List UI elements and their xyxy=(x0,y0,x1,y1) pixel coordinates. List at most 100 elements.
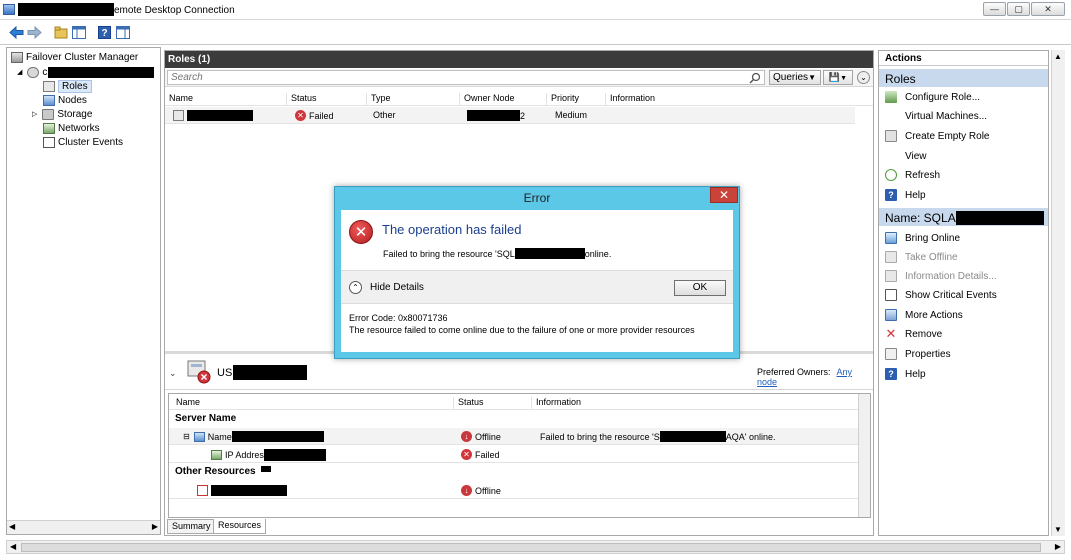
table-row[interactable]: ⊟ Name ↓ Offline Failed to bring the res… xyxy=(169,428,858,445)
nav-item-nodes[interactable]: Nodes xyxy=(43,93,87,107)
roles-icon xyxy=(43,80,55,92)
scroll-up-icon[interactable]: ▲ xyxy=(1054,52,1062,61)
virtual-machines-action[interactable]: Virtual Machines... xyxy=(885,108,987,124)
ok-button[interactable]: OK xyxy=(674,280,726,296)
column-header-name[interactable]: Name xyxy=(165,93,193,105)
help-action-resource[interactable]: ? Help xyxy=(885,366,926,382)
configure-role-action[interactable]: Configure Role... xyxy=(885,89,980,105)
column-header-information[interactable]: Information xyxy=(605,93,655,105)
tab-resources[interactable]: Resources xyxy=(213,519,267,534)
role-type-cell: Other xyxy=(373,110,396,120)
dialog-close-button[interactable]: ✕ xyxy=(710,187,738,203)
column-header-status[interactable]: Status xyxy=(286,93,317,105)
expand-arrow-icon[interactable]: ◢ xyxy=(17,68,22,76)
tab-summary[interactable]: Summary xyxy=(167,519,216,534)
scroll-right-icon[interactable]: ▶ xyxy=(1055,542,1061,551)
nav-item-storage[interactable]: ▷ Storage xyxy=(32,107,92,121)
view-action[interactable]: View xyxy=(885,148,927,164)
column-header-priority[interactable]: Priority xyxy=(546,93,579,105)
search-input[interactable] xyxy=(167,70,765,85)
folder-up-icon[interactable] xyxy=(52,24,69,41)
bring-online-icon xyxy=(885,232,897,244)
forward-arrow-icon[interactable] xyxy=(26,24,43,41)
collapse-button[interactable]: ⌄ xyxy=(857,71,870,84)
scroll-right-icon[interactable]: ▶ xyxy=(152,522,158,531)
redacted-cluster-name xyxy=(48,66,155,78)
redacted-resource-ref xyxy=(514,248,585,259)
nav-horizontal-scrollbar[interactable]: ◀ ▶ xyxy=(7,520,160,534)
column-header-information[interactable]: Information xyxy=(531,397,581,409)
resource-status-cell: ↓ Offline xyxy=(461,431,501,442)
scroll-left-icon[interactable]: ◀ xyxy=(9,522,15,531)
window-vertical-scrollbar[interactable]: ▲ ▼ xyxy=(1051,50,1065,536)
redacted-role-name xyxy=(187,110,253,121)
roles-section-header[interactable]: Roles xyxy=(879,69,1048,87)
show-hide-tree-icon[interactable] xyxy=(70,24,87,41)
scroll-left-icon[interactable]: ◀ xyxy=(10,542,16,551)
refresh-action[interactable]: Refresh xyxy=(885,167,940,183)
refresh-icon xyxy=(885,169,897,181)
spacer-icon xyxy=(885,110,897,122)
role-name-cell xyxy=(173,110,253,121)
nav-item-networks[interactable]: Networks xyxy=(43,121,100,135)
server-name-icon xyxy=(193,431,205,442)
minimize-button[interactable]: — xyxy=(983,2,1006,16)
window-horizontal-scrollbar[interactable]: ◀ ▶ xyxy=(6,540,1065,554)
detail-header: ⌄ US Preferred Owners: Any node xyxy=(165,356,873,390)
table-row[interactable]: ✕ Failed Other 2 Medium xyxy=(165,107,855,124)
cluster-events-icon xyxy=(43,136,55,148)
remove-action[interactable]: ✕ Remove xyxy=(885,326,943,342)
resource-information-cell: Failed to bring the resource 'S AQA' onl… xyxy=(540,431,776,442)
information-details-action[interactable]: Information Details... xyxy=(885,268,997,284)
offline-status-icon: ↓ xyxy=(461,485,472,496)
expand-triangle-icon[interactable]: ▷ xyxy=(32,110,37,118)
save-query-button[interactable]: 💾▼ xyxy=(823,70,853,85)
resource-name-cell: IP Addres xyxy=(211,449,326,461)
role-priority-cell: Medium xyxy=(555,110,588,120)
properties-action[interactable]: Properties xyxy=(885,346,951,362)
nav-item-cluster-events[interactable]: Cluster Events xyxy=(43,135,123,149)
column-header-owner-node[interactable]: Owner Node xyxy=(459,93,515,105)
collapse-icon[interactable]: ⊟ xyxy=(183,432,190,441)
table-row[interactable]: ↓ Offline xyxy=(169,482,858,499)
show-critical-events-action[interactable]: Show Critical Events xyxy=(885,287,997,303)
chevron-up-icon[interactable]: ⌃ xyxy=(349,281,362,294)
search-bar: Queries ▼ 💾▼ ⌄ xyxy=(165,69,873,87)
title-bar: emote Desktop Connection — ▢ ✕ xyxy=(0,0,1071,20)
create-empty-role-action[interactable]: Create Empty Role xyxy=(885,128,989,144)
create-empty-role-icon xyxy=(885,130,897,142)
group-server-name: Server Name xyxy=(175,413,237,424)
redacted-resource-ref xyxy=(659,431,726,442)
maximize-button[interactable]: ▢ xyxy=(1007,2,1030,16)
search-icon[interactable] xyxy=(749,72,761,84)
scroll-down-icon[interactable]: ▼ xyxy=(1054,525,1062,534)
navigation-tree: Failover Cluster Manager ◢ c Roles Nodes… xyxy=(6,47,161,535)
show-hide-action-pane-icon[interactable] xyxy=(114,24,131,41)
queries-button[interactable]: Queries ▼ xyxy=(769,70,821,85)
bring-online-action[interactable]: Bring Online xyxy=(885,230,960,246)
help-action[interactable]: ? Help xyxy=(885,187,926,203)
error-message: Failed to bring the resource 'SQL online… xyxy=(383,248,612,259)
more-actions-action[interactable]: More Actions xyxy=(885,307,963,323)
column-header-type[interactable]: Type xyxy=(366,93,391,105)
redacted-owner-node xyxy=(467,110,520,121)
table-row[interactable]: IP Addres ✕ Failed xyxy=(169,446,858,463)
dialog-title: Error xyxy=(523,191,551,205)
nav-root-failover-cluster-manager[interactable]: Failover Cluster Manager xyxy=(11,50,138,64)
column-header-name[interactable]: Name xyxy=(172,397,200,409)
hide-details-toggle[interactable]: Hide Details xyxy=(370,282,424,293)
help-icon[interactable]: ? xyxy=(96,24,113,41)
close-button[interactable]: ✕ xyxy=(1031,2,1065,16)
name-section-header[interactable]: Name: SQLA xyxy=(879,208,1048,226)
scrollbar-thumb[interactable] xyxy=(21,543,1041,552)
column-header-status[interactable]: Status xyxy=(453,397,484,409)
nav-cluster-node[interactable]: ◢ c xyxy=(17,65,155,79)
nav-item-roles[interactable]: Roles xyxy=(43,79,92,93)
take-offline-action[interactable]: Take Offline xyxy=(885,249,958,265)
back-arrow-icon[interactable] xyxy=(8,24,25,41)
help-icon: ? xyxy=(885,189,897,201)
details-band: ⌃ Hide Details OK xyxy=(341,270,733,304)
role-status-cell: ✕ Failed xyxy=(295,110,334,121)
chevron-down-icon[interactable]: ⌄ xyxy=(169,368,177,379)
resources-vertical-scrollbar[interactable] xyxy=(858,394,870,517)
